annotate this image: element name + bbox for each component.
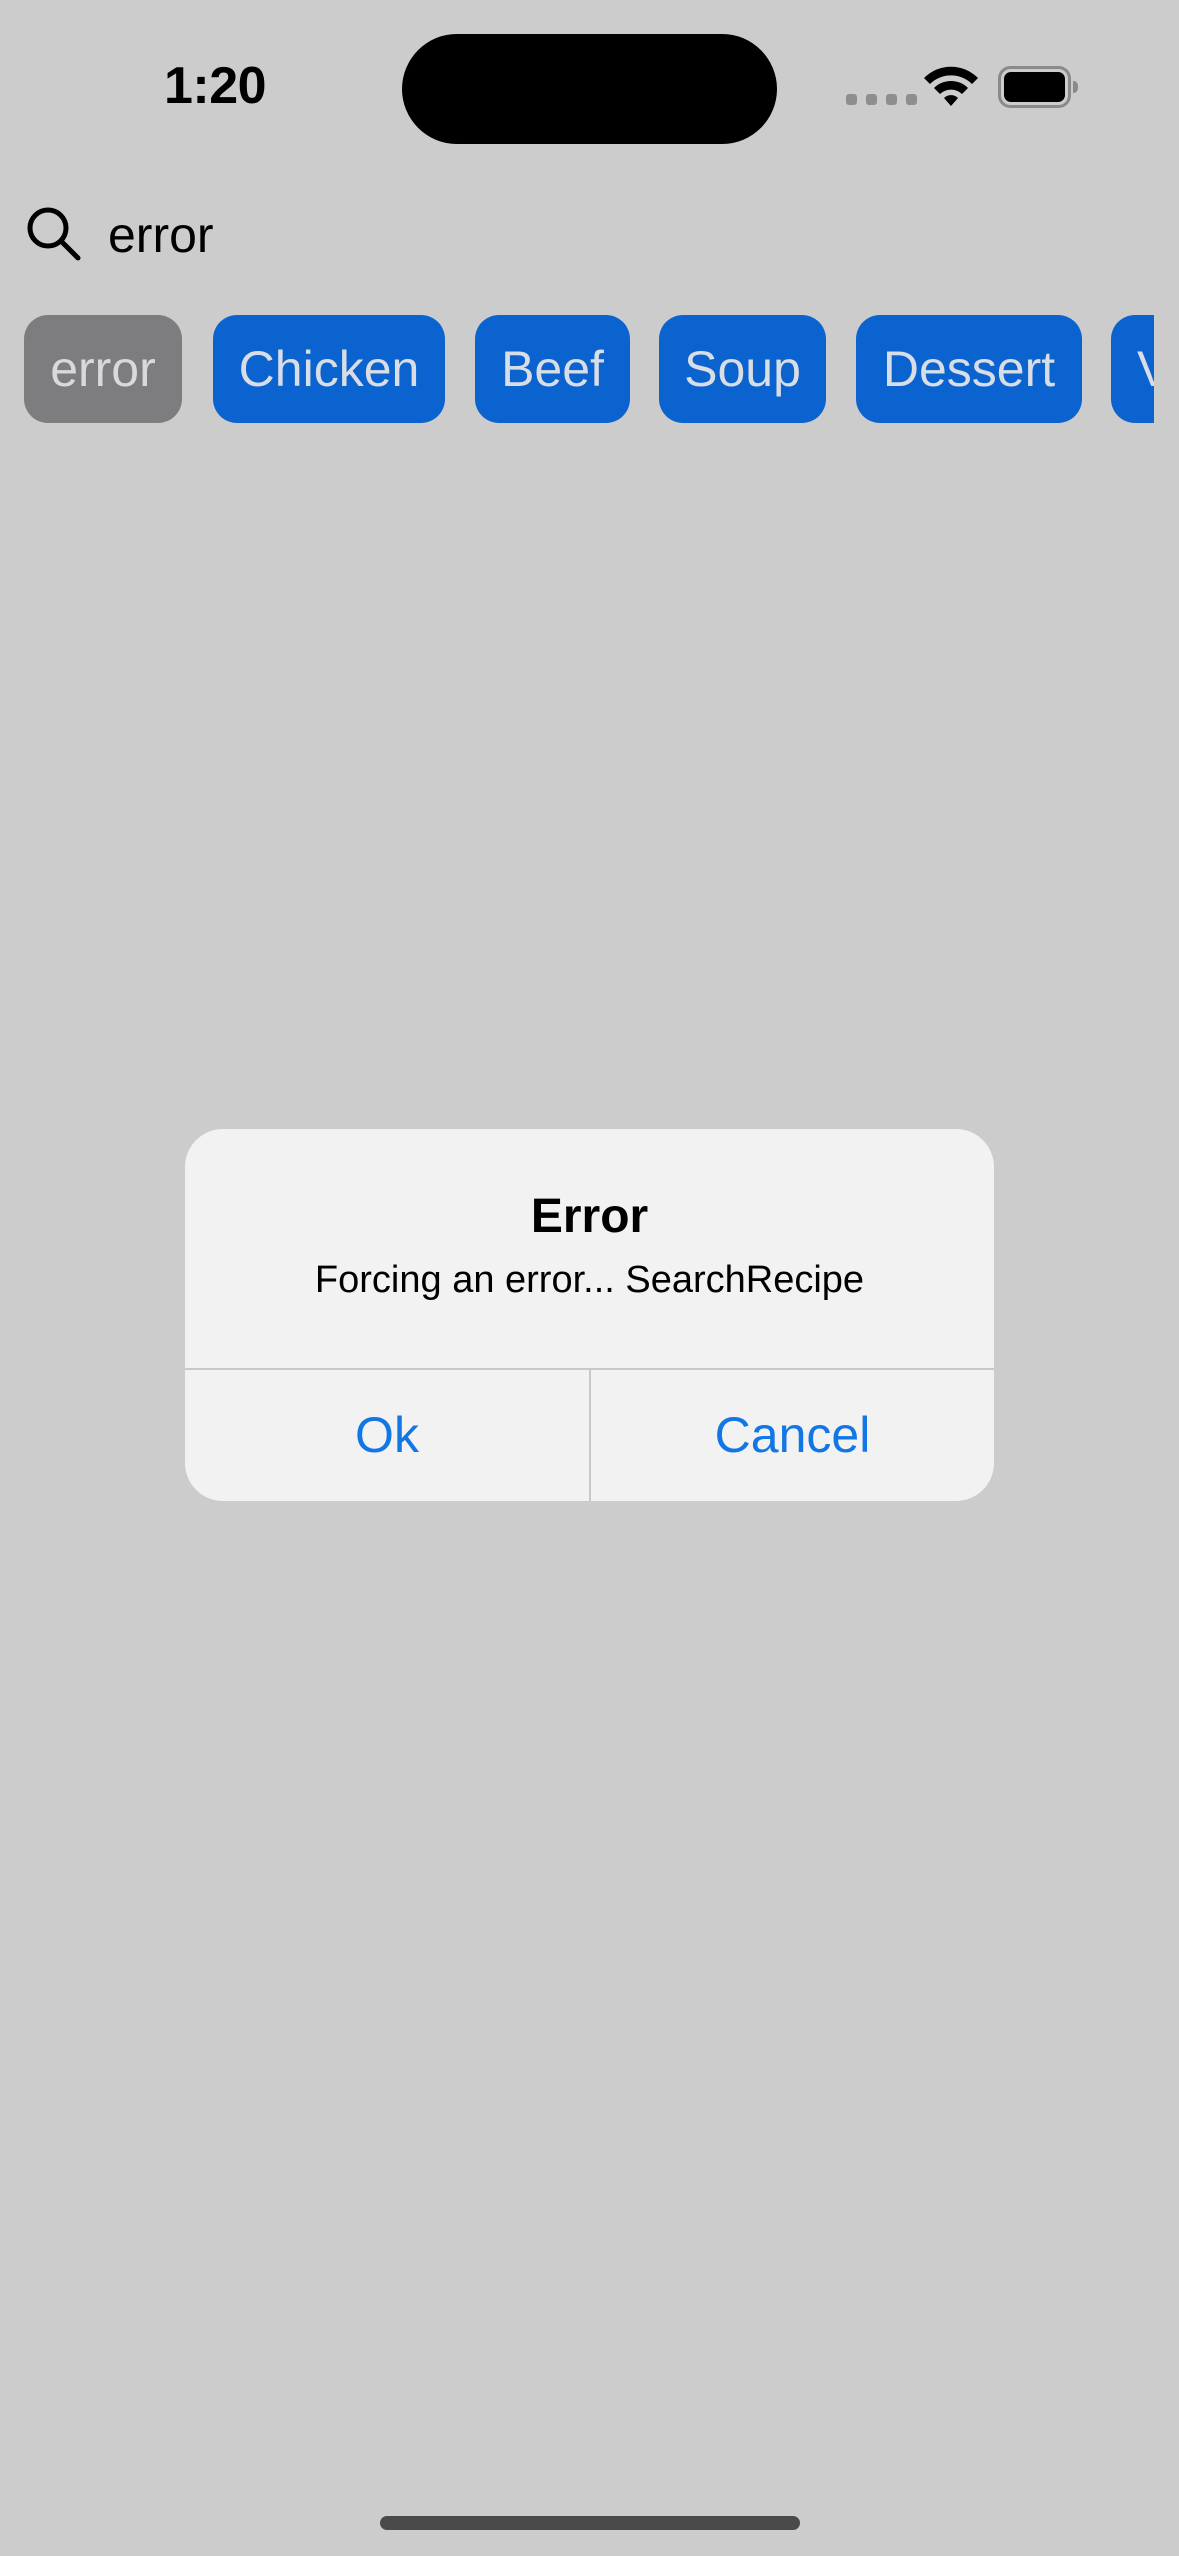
- chip-error[interactable]: error: [24, 315, 182, 423]
- cancel-button[interactable]: Cancel: [591, 1370, 994, 1501]
- status-time: 1:20: [164, 57, 267, 115]
- home-indicator[interactable]: [380, 2516, 800, 2530]
- wifi-icon: [924, 66, 978, 106]
- signal-dots-icon: [846, 94, 917, 105]
- search-icon: [27, 207, 81, 261]
- search-input[interactable]: [108, 200, 1008, 270]
- chip-beef[interactable]: Beef: [475, 315, 630, 423]
- chip-dessert[interactable]: Dessert: [856, 315, 1082, 423]
- ok-button[interactable]: Ok: [185, 1370, 589, 1501]
- error-alert-dialog: Error Forcing an error... SearchRecipe O…: [185, 1129, 994, 1501]
- chip-chicken[interactable]: Chicken: [213, 315, 445, 423]
- chip-soup[interactable]: Soup: [659, 315, 826, 423]
- chip-partial[interactable]: V: [1111, 315, 1154, 423]
- category-chips: error Chicken Beef Soup Dessert V: [24, 315, 1154, 425]
- alert-title: Error: [530, 1190, 649, 1243]
- dynamic-island: [402, 34, 777, 144]
- battery-icon: [998, 66, 1078, 108]
- alert-message: Forcing an error... SearchRecipe: [314, 1259, 865, 1301]
